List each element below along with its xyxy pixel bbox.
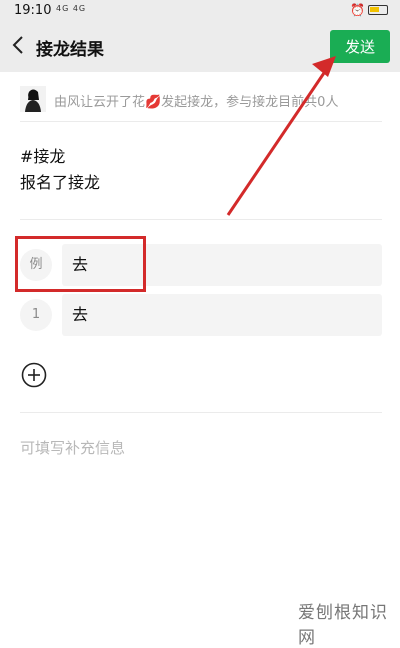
entry-row: 1 去 bbox=[20, 294, 382, 336]
status-bar: 19:10 4G 4G ⏰ bbox=[0, 0, 400, 22]
entry-input[interactable]: 去 bbox=[62, 294, 382, 336]
avatar[interactable] bbox=[20, 86, 46, 112]
content-description: 报名了接龙 bbox=[20, 173, 101, 192]
back-arrow-icon[interactable] bbox=[10, 34, 28, 56]
initiator-row: 由风让云开了花💋发起接龙，参与接龙目前共0人 bbox=[20, 86, 382, 114]
solitaire-content[interactable]: #接龙 报名了接龙 bbox=[20, 144, 100, 196]
content-topic: #接龙 bbox=[20, 147, 66, 166]
status-time: 19:10 bbox=[14, 3, 52, 18]
entry-number: 1 bbox=[20, 299, 52, 331]
send-button[interactable]: 发送 bbox=[330, 30, 390, 63]
divider bbox=[20, 412, 382, 413]
add-entry-icon[interactable] bbox=[21, 362, 47, 388]
alarm-icon: ⏰ bbox=[350, 3, 365, 17]
initiator-text: 由风让云开了花💋发起接龙，参与接龙目前共0人 bbox=[54, 95, 339, 110]
divider bbox=[20, 121, 382, 122]
extra-info-input[interactable]: 可填写补充信息 bbox=[20, 437, 125, 458]
battery-icon bbox=[368, 5, 388, 15]
header: 接龙结果 发送 bbox=[0, 22, 400, 72]
watermark: 爱刨根知识网 bbox=[298, 603, 388, 648]
highlight-box bbox=[15, 236, 146, 292]
divider bbox=[20, 219, 382, 220]
page-title: 接龙结果 bbox=[36, 40, 104, 60]
signal-icon: 4G 4G bbox=[56, 4, 87, 13]
